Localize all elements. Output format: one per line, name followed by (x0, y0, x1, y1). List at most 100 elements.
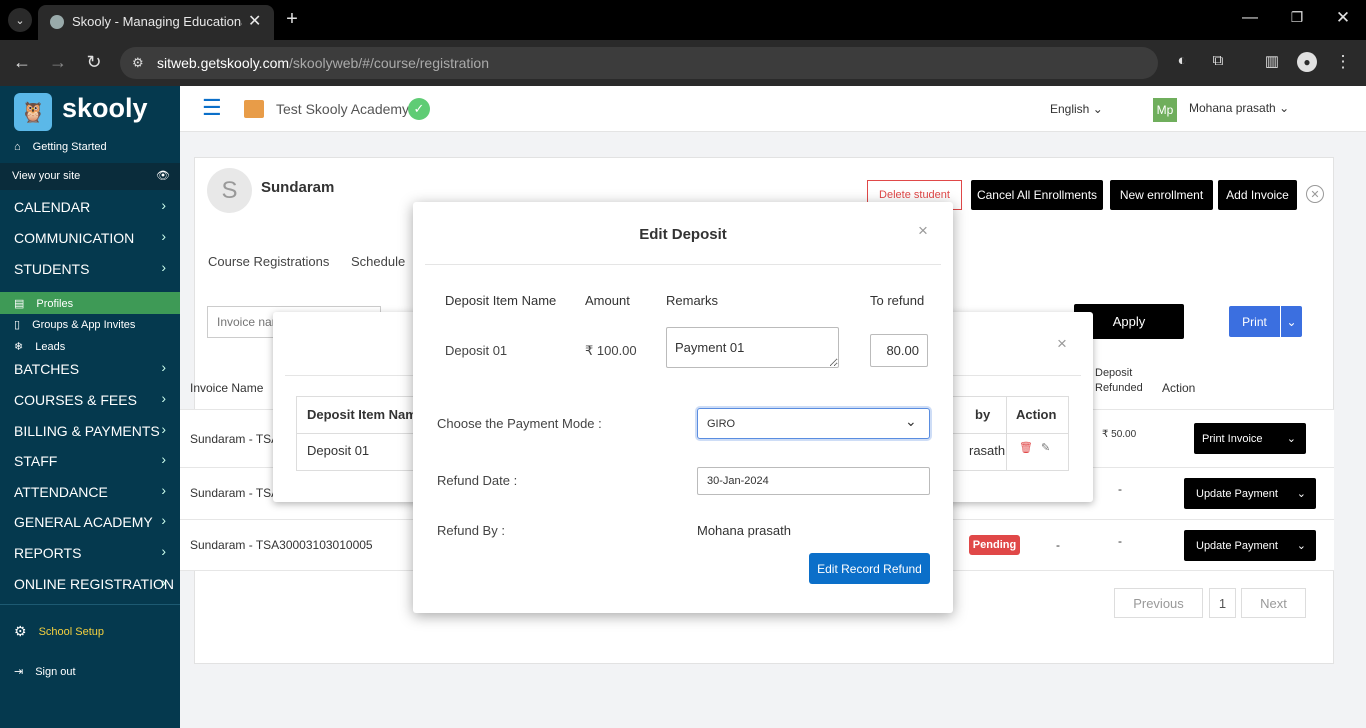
sidebar-item-students[interactable]: STUDENTS › (14, 259, 174, 277)
sidebar-item-billing[interactable]: BILLING & PAYMENTS › (14, 421, 174, 439)
browser-tab[interactable]: Skooly - Managing Educational ✕ (38, 5, 274, 40)
sidebar-item-courses[interactable]: COURSES & FEES › (14, 390, 174, 408)
new-enrollment-button[interactable]: New enrollment (1110, 180, 1213, 210)
puzzle-icon[interactable]: ⧉ (1208, 52, 1228, 69)
update-payment-button[interactable]: Update Payment ⌄ (1184, 530, 1316, 561)
tab-search-icon[interactable]: ⌄ (8, 8, 32, 32)
url-bar[interactable]: ⚙ sitweb.getskooly.com/skoolyweb/#/cours… (120, 47, 1158, 79)
update-payment-label: Update Payment (1196, 487, 1278, 500)
chevron-down-icon[interactable]: ⌄ (1281, 306, 1302, 337)
print-button[interactable]: Print (1229, 306, 1280, 337)
eye-icon[interactable]: 👁 (156, 169, 170, 182)
attendance-label: ATTENDANCE (14, 484, 108, 500)
chevron-down-icon: ⌄ (1092, 102, 1103, 116)
col-deposit: Deposit (1095, 367, 1133, 379)
sidebar-item-school-setup[interactable]: ⚙ School Setup (14, 623, 104, 640)
user-name: Mohana prasath (1189, 101, 1276, 115)
refund-date-label: Refund Date : (437, 473, 518, 488)
payment-mode-label: Choose the Payment Mode : (437, 416, 602, 431)
to-refund-input[interactable] (870, 334, 928, 367)
user-menu[interactable]: Mohana prasath ⌄ (1189, 101, 1289, 115)
new-tab-icon[interactable]: + (282, 8, 302, 30)
site-info-icon[interactable]: ⚙ (132, 55, 148, 71)
brand-name: skooly (62, 93, 148, 123)
communication-label: COMMUNICATION (14, 230, 135, 246)
leads-label: Leads (35, 340, 66, 353)
close-icon[interactable]: × (1057, 334, 1067, 354)
tab-schedule[interactable]: Schedule (351, 254, 405, 269)
menu-dots-icon[interactable]: ⋮ (1333, 52, 1353, 72)
col-action: Action (1016, 407, 1057, 422)
col-invoice-name: Invoice Name (190, 381, 264, 395)
next-page-button[interactable]: Next (1241, 588, 1306, 618)
sidebar-item-getting-started[interactable]: ⌂ Getting Started (14, 141, 107, 153)
previous-page-button[interactable]: Previous (1114, 588, 1203, 618)
refund-date-input[interactable] (697, 467, 930, 495)
school-icon (244, 100, 264, 118)
view-site-row[interactable]: View your site 👁 (0, 163, 180, 190)
restore-icon[interactable]: ❐ (1287, 9, 1307, 26)
col-refunded: Refunded (1095, 382, 1143, 394)
getting-started-label: Getting Started (32, 141, 107, 153)
chevron-right-icon: › (161, 482, 166, 498)
remarks-textarea[interactable]: Payment 01 (666, 327, 839, 368)
sidebar-item-general-academy[interactable]: GENERAL ACADEMY › (14, 512, 174, 530)
pencil-icon[interactable]: ✎ (1041, 441, 1050, 454)
billing-label: BILLING & PAYMENTS (14, 423, 160, 439)
modal-divider (425, 264, 941, 265)
deposit-by: rasath (969, 443, 1006, 458)
header-amount: Amount (585, 293, 630, 308)
hamburger-menu-icon[interactable]: ☰ (202, 97, 224, 120)
sidebar-item-staff[interactable]: STAFF › (14, 451, 174, 469)
sidebar-item-batches[interactable]: BATCHES › (14, 359, 174, 377)
payment-mode-select[interactable]: GIRO ⌄ (697, 408, 930, 439)
sidebar-item-attendance[interactable]: ATTENDANCE › (14, 482, 174, 500)
tab-title: Skooly - Managing Educational (72, 14, 242, 29)
add-invoice-button[interactable]: Add Invoice (1218, 180, 1297, 210)
back-icon[interactable]: ← (12, 52, 32, 73)
chevron-right-icon: › (161, 543, 166, 559)
reload-icon[interactable]: ↻ (84, 52, 104, 73)
url-path: /skoolyweb/#/course/registration (289, 55, 490, 71)
language-select[interactable]: English ⌄ (1050, 102, 1103, 116)
chevron-down-icon: ⌄ (905, 413, 917, 429)
general-academy-label: GENERAL ACADEMY (14, 514, 153, 530)
extension-icon[interactable]: ◐ (1172, 52, 1192, 69)
row-dash: - (1056, 538, 1060, 552)
update-payment-button[interactable]: Update Payment ⌄ (1184, 478, 1316, 509)
sidebar-item-leads[interactable]: ❄ Leads (14, 340, 66, 354)
minimize-icon[interactable]: — (1240, 9, 1260, 27)
student-avatar: S (207, 168, 252, 213)
chevron-right-icon: › (161, 512, 166, 528)
print-invoice-button[interactable]: Print Invoice ⌄ (1194, 423, 1306, 454)
sidebar-item-communication[interactable]: COMMUNICATION › (14, 228, 174, 246)
trash-icon[interactable]: 🗑 (1019, 441, 1033, 454)
sidebar-item-sign-out[interactable]: ⇥ Sign out (14, 665, 76, 679)
sidebar-item-profiles[interactable]: ▤ Profiles (0, 292, 180, 314)
chevron-down-icon: ⌄ (1296, 540, 1306, 552)
sidebar-item-calendar[interactable]: CALENDAR › (14, 197, 174, 215)
close-circle-icon[interactable]: ✕ (1306, 185, 1324, 203)
close-tab-icon[interactable]: ✕ (248, 11, 261, 31)
page-number-button[interactable]: 1 (1209, 588, 1236, 618)
col-deposit-item-name: Deposit Item Name (307, 407, 425, 422)
sidepanel-icon[interactable]: ▥ (1262, 52, 1282, 70)
tab-course-registrations[interactable]: Course Registrations (208, 254, 329, 269)
chevron-right-icon: › (161, 359, 166, 375)
cancel-all-enrollments-button[interactable]: Cancel All Enrollments (971, 180, 1103, 210)
row-deposit: ₹ 50.00 (1102, 429, 1137, 440)
students-label: STUDENTS (14, 261, 90, 277)
sidebar-item-online-registration[interactable]: ONLINE REGISTRATION › (14, 574, 174, 592)
deposit-amount: ₹ 100.00 (585, 343, 637, 358)
window-close-icon[interactable]: ✕ (1333, 8, 1353, 28)
close-icon[interactable]: × (918, 221, 928, 241)
avatar[interactable]: Mp (1153, 98, 1177, 122)
forward-icon[interactable]: → (48, 52, 68, 73)
sidebar-item-groups[interactable]: ▯ Groups & App Invites (14, 318, 135, 332)
edit-record-refund-button[interactable]: Edit Record Refund (809, 553, 930, 584)
deposit-item: Deposit 01 (307, 443, 370, 458)
payment-mode-value: GIRO (707, 418, 736, 430)
batches-label: BATCHES (14, 361, 80, 377)
profile-icon[interactable]: ● (1297, 52, 1317, 72)
sidebar-item-reports[interactable]: REPORTS › (14, 543, 174, 561)
